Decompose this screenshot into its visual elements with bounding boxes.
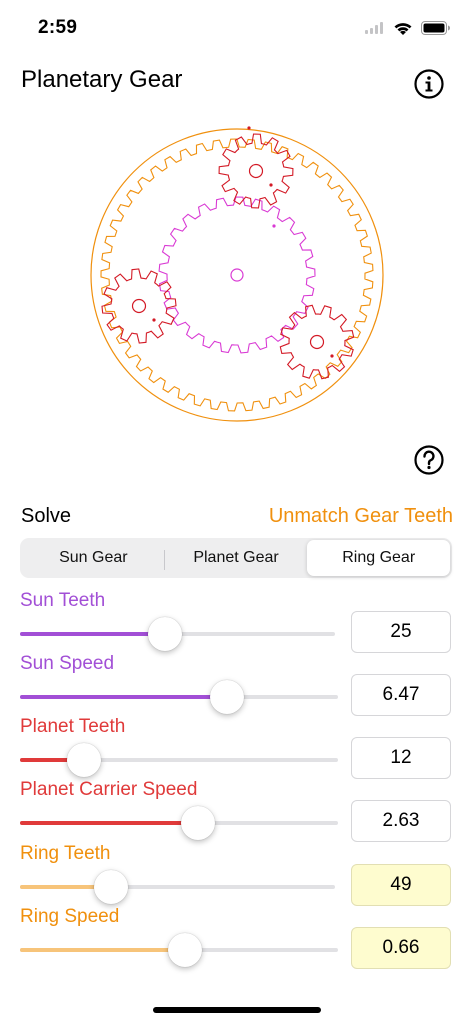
control-label-sun-speed: Sun Speed <box>20 653 115 674</box>
wifi-icon <box>394 22 412 35</box>
control-label-ring-speed: Ring Speed <box>20 906 120 927</box>
planet-gear-marker <box>152 318 156 322</box>
ring-gear <box>100 138 374 412</box>
value-field[interactable]: 25 <box>351 611 451 653</box>
control-label-planet-carrier-speed: Planet Carrier Speed <box>20 779 198 800</box>
slider-fill <box>20 695 227 699</box>
planet-gear <box>101 268 177 344</box>
slider-fill <box>20 632 165 636</box>
control-label-sun-teeth: Sun Teeth <box>20 590 106 611</box>
sun-gear-axle <box>230 268 244 282</box>
planet-gear <box>279 304 355 380</box>
unmatch-gear-teeth-button[interactable]: Unmatch Gear Teeth <box>269 505 453 528</box>
signal-icon <box>365 22 383 34</box>
info-circle-icon <box>414 69 444 99</box>
ring-gear-marker <box>247 126 251 130</box>
slider-fill <box>20 821 199 825</box>
value-field[interactable]: 2.63 <box>351 800 451 842</box>
value-field[interactable]: 12 <box>351 737 451 779</box>
slider-thumb[interactable] <box>66 743 101 777</box>
solve-label: Solve <box>21 505 72 527</box>
planetary-gear-diagram <box>90 126 384 422</box>
help-button[interactable] <box>414 445 444 475</box>
planet-gear-axle <box>248 163 264 179</box>
segment-ring-gear[interactable]: Ring Gear <box>307 540 451 576</box>
home-indicator <box>153 1007 321 1013</box>
value-field[interactable]: 6.47 <box>351 674 451 716</box>
slider-thumb[interactable] <box>94 870 129 904</box>
solve-for-segmented-control[interactable]: Sun Gear Planet Gear Ring Gear <box>20 538 452 578</box>
slider-thumb[interactable] <box>181 806 216 840</box>
slider-thumb[interactable] <box>147 617 182 651</box>
planet-gear <box>218 133 294 209</box>
segment-planet-gear[interactable]: Planet Gear <box>165 540 308 576</box>
slider-track[interactable] <box>20 695 338 699</box>
planet-gear-axle <box>131 298 147 314</box>
control-label-ring-teeth: Ring Teeth <box>20 843 111 864</box>
slider-thumb[interactable] <box>168 933 203 967</box>
segment-sun-gear[interactable]: Sun Gear <box>22 540 165 576</box>
question-circle-icon <box>414 445 444 475</box>
planet-gear-marker <box>330 354 334 358</box>
slider-track[interactable] <box>20 821 338 825</box>
page-title: Planetary Gear <box>21 66 183 93</box>
control-label-planet-teeth: Planet Teeth <box>20 716 126 737</box>
status-time: 2:59 <box>38 17 78 38</box>
info-button[interactable] <box>414 69 444 99</box>
status-icons <box>365 16 451 40</box>
slider-track[interactable] <box>20 885 335 889</box>
ring-gear-outer-rim <box>90 128 384 422</box>
battery-icon <box>421 21 450 35</box>
value-field[interactable]: 0.66 <box>351 927 451 969</box>
slider-fill <box>20 948 186 952</box>
planet-gear-axle <box>309 334 325 350</box>
planet-gear-marker <box>269 183 273 187</box>
value-field[interactable]: 49 <box>351 864 451 906</box>
slider-thumb[interactable] <box>209 680 244 714</box>
sun-gear-marker <box>272 224 276 228</box>
